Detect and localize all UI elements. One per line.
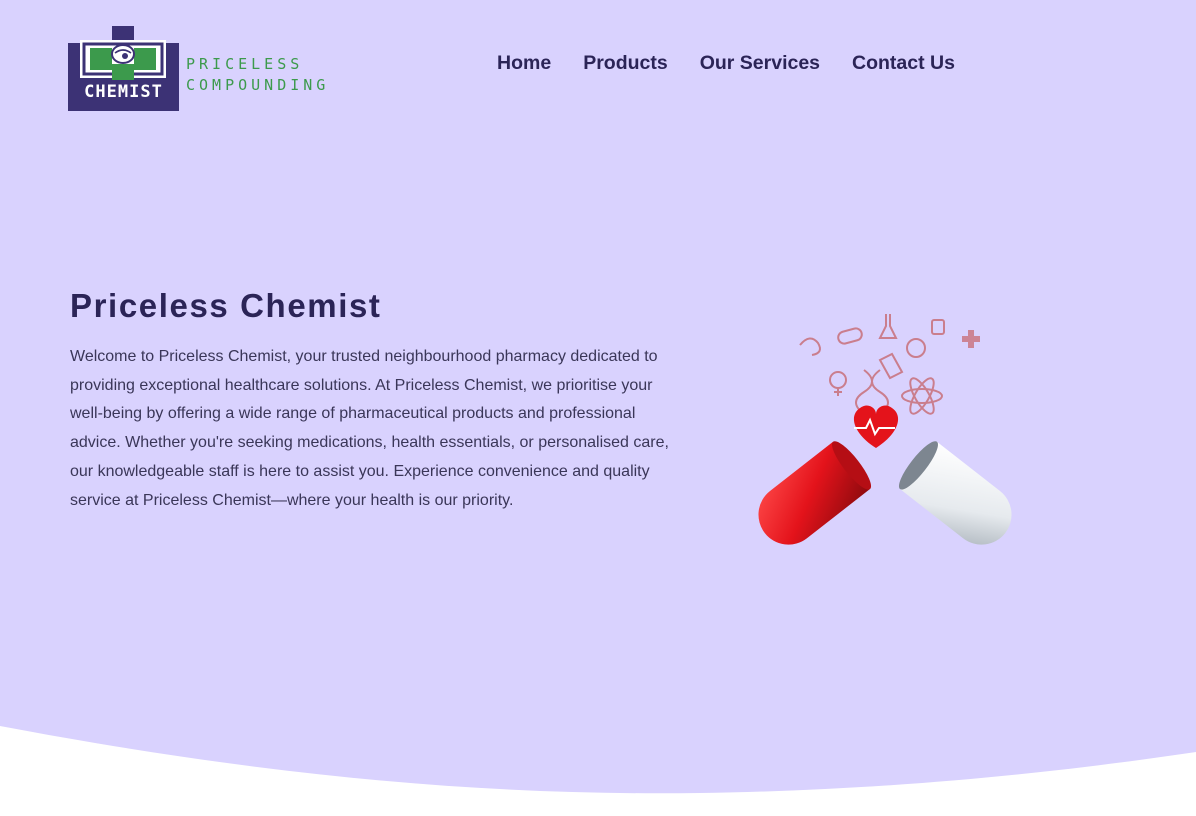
flask-icon xyxy=(878,314,898,339)
red-capsule-icon xyxy=(758,441,872,545)
white-capsule-icon xyxy=(898,441,1012,545)
nav-our-services[interactable]: Our Services xyxy=(700,51,820,75)
logo-line-compounding: COMPOUNDING xyxy=(186,76,330,94)
nav-contact-us[interactable]: Contact Us xyxy=(852,51,955,75)
nav-products[interactable]: Products xyxy=(583,51,668,75)
pill-icon xyxy=(837,327,863,345)
gender-icon xyxy=(829,371,847,389)
logo-line-priceless: PRICELESS xyxy=(186,55,304,73)
heart-icon xyxy=(853,405,899,448)
capsule-illustration-icon xyxy=(758,314,1012,545)
hero-description: Welcome to Priceless Chemist, your trust… xyxy=(70,348,669,509)
medical-icons-group xyxy=(799,314,945,415)
stethoscope-icon xyxy=(799,337,821,356)
ball-pill-icon xyxy=(906,338,926,358)
brand-logo[interactable]: CHEMIST PRICELESS COMPOUNDING xyxy=(68,26,325,112)
page: CHEMIST PRICELESS COMPOUNDING Home Produ… xyxy=(0,0,1196,816)
logo-badge-text: CHEMIST xyxy=(84,82,163,102)
dropper-icon xyxy=(878,352,904,380)
hero-title: Priceless Chemist xyxy=(70,287,382,324)
atom-icon xyxy=(901,388,943,404)
bottle-icon xyxy=(931,319,945,335)
main-nav: Home Products Our Services Contact Us xyxy=(497,51,955,75)
plus-icon xyxy=(962,330,980,348)
nav-home[interactable]: Home xyxy=(497,51,551,75)
